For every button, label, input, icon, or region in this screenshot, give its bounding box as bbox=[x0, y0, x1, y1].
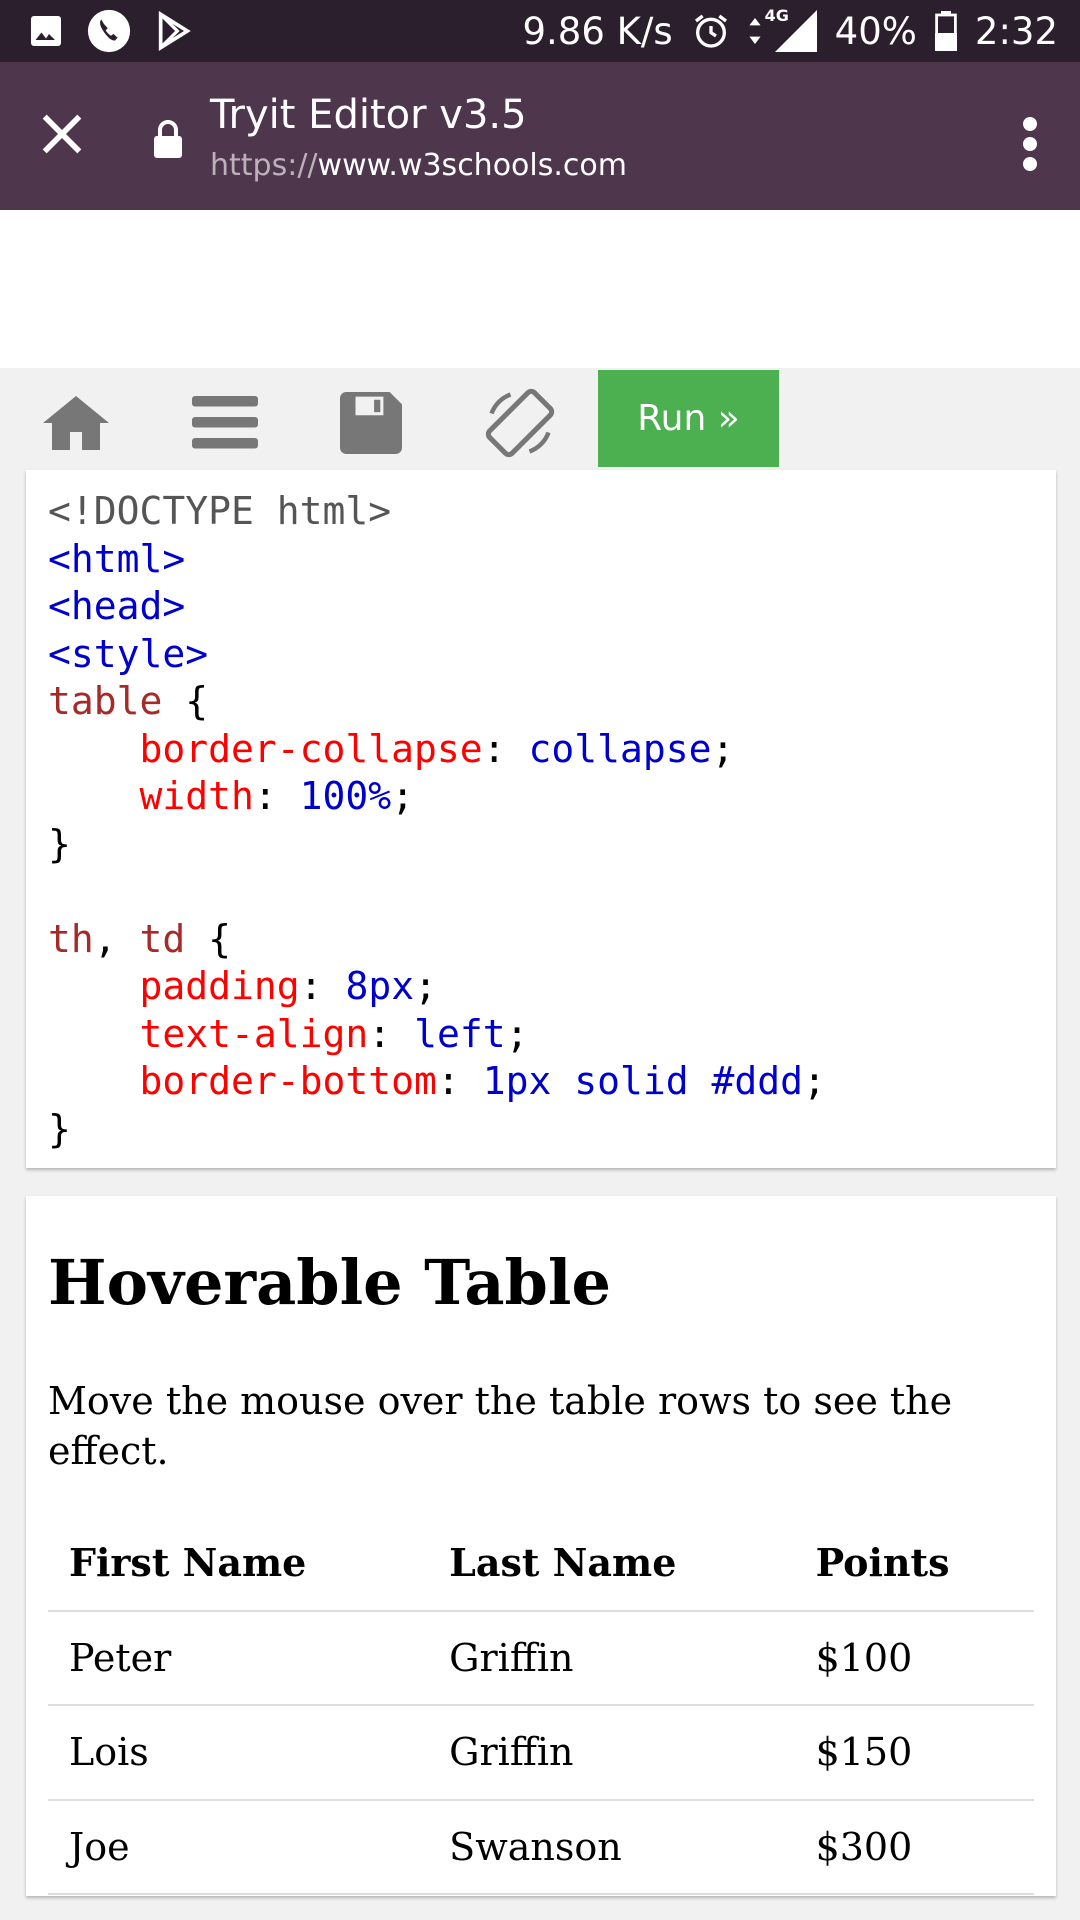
home-icon bbox=[43, 396, 109, 450]
phone-icon bbox=[87, 9, 131, 53]
css-property: text-align bbox=[139, 1011, 369, 1056]
table-cell: Peter bbox=[48, 1610, 429, 1706]
code-brace: } bbox=[48, 821, 71, 866]
table-row[interactable]: Peter Griffin $100 bbox=[48, 1610, 1034, 1706]
code-brace: { bbox=[185, 916, 232, 961]
table-cell: Lois bbox=[48, 1705, 429, 1801]
browser-header: Tryit Editor v3.5 https://www.w3schools.… bbox=[0, 62, 1080, 210]
result-table: First Name Last Name Points Peter Griffi… bbox=[48, 1516, 1034, 1895]
table-row[interactable]: Lois Griffin $150 bbox=[48, 1705, 1034, 1801]
code-editor[interactable]: <!DOCTYPE html> <html> <head> <style> ta… bbox=[26, 470, 1056, 1168]
play-store-icon bbox=[158, 11, 191, 51]
table-cell: $150 bbox=[794, 1705, 1034, 1801]
code-brace: { bbox=[162, 679, 209, 723]
css-property: border-bottom bbox=[139, 1059, 437, 1103]
code-line: <head> bbox=[48, 584, 186, 628]
battery-percent: 40% bbox=[834, 9, 917, 53]
code-line: <html> bbox=[48, 536, 186, 581]
code-content[interactable]: <!DOCTYPE html> <html> <head> <style> ta… bbox=[48, 488, 826, 1153]
overflow-menu-icon[interactable] bbox=[1010, 114, 1050, 174]
column-header: First Name bbox=[48, 1516, 429, 1612]
column-header: Points bbox=[794, 1516, 1034, 1612]
css-value: collapse bbox=[528, 726, 712, 771]
css-property: border-collapse bbox=[139, 726, 483, 771]
result-description: Move the mouse over the table rows to se… bbox=[48, 1379, 953, 1473]
css-selector: td bbox=[139, 916, 186, 961]
table-cell: Swanson bbox=[428, 1799, 795, 1895]
code-line: <!DOCTYPE html> bbox=[48, 489, 392, 533]
battery-icon bbox=[934, 11, 957, 51]
rotate-screen-icon bbox=[485, 388, 555, 458]
lock-icon bbox=[154, 120, 182, 158]
css-property: padding bbox=[139, 964, 300, 1008]
table-cell: $300 bbox=[794, 1799, 1034, 1895]
css-value: 1px solid #ddd bbox=[482, 1059, 803, 1103]
save-icon bbox=[340, 392, 402, 454]
url-scheme: https:// bbox=[210, 148, 318, 183]
alarm-icon bbox=[694, 14, 727, 48]
url-host: www.w3schools.com bbox=[317, 148, 627, 183]
rotate-button[interactable] bbox=[482, 388, 558, 458]
code-line: <style> bbox=[48, 631, 209, 676]
css-value: 100% bbox=[299, 774, 392, 818]
hamburger-icon bbox=[192, 396, 258, 449]
table-row[interactable]: Joe Swanson $300 bbox=[48, 1799, 1034, 1895]
save-button[interactable] bbox=[340, 388, 402, 458]
net-speed: 9.86 K/s bbox=[522, 9, 673, 53]
css-selector: table bbox=[48, 679, 163, 723]
signal-icon bbox=[774, 10, 817, 52]
code-brace: } bbox=[48, 1106, 71, 1151]
table-cell: Griffin bbox=[428, 1610, 795, 1706]
column-header: Last Name bbox=[428, 1516, 795, 1612]
page-top-area bbox=[0, 210, 1080, 368]
close-icon[interactable] bbox=[36, 108, 88, 160]
table-cell: Griffin bbox=[428, 1705, 795, 1801]
css-selector: th bbox=[48, 916, 94, 961]
page-title: Tryit Editor v3.5 bbox=[210, 92, 527, 138]
image-icon bbox=[31, 16, 61, 46]
table-cell: Joe bbox=[48, 1799, 429, 1895]
css-value: left bbox=[414, 1011, 506, 1056]
editor-toolbar bbox=[0, 368, 1080, 468]
status-bar: 9.86 K/s 4G 40% 2:32 bbox=[0, 0, 1080, 62]
result-heading: Hoverable Table bbox=[48, 1246, 611, 1319]
css-property: width bbox=[139, 774, 254, 818]
table-header-row: First Name Last Name Points bbox=[48, 1516, 1034, 1612]
menu-button[interactable] bbox=[192, 388, 258, 458]
clock: 2:32 bbox=[974, 9, 1058, 53]
data-arrows-icon bbox=[749, 18, 761, 44]
result-frame: Hoverable Table Move the mouse over the … bbox=[26, 1196, 1056, 1896]
run-button[interactable]: Run » bbox=[598, 370, 779, 467]
css-value: 8px bbox=[345, 964, 415, 1008]
page-url[interactable]: https://www.w3schools.com bbox=[210, 148, 627, 183]
table-cell: $100 bbox=[794, 1610, 1034, 1706]
home-button[interactable] bbox=[40, 388, 112, 458]
